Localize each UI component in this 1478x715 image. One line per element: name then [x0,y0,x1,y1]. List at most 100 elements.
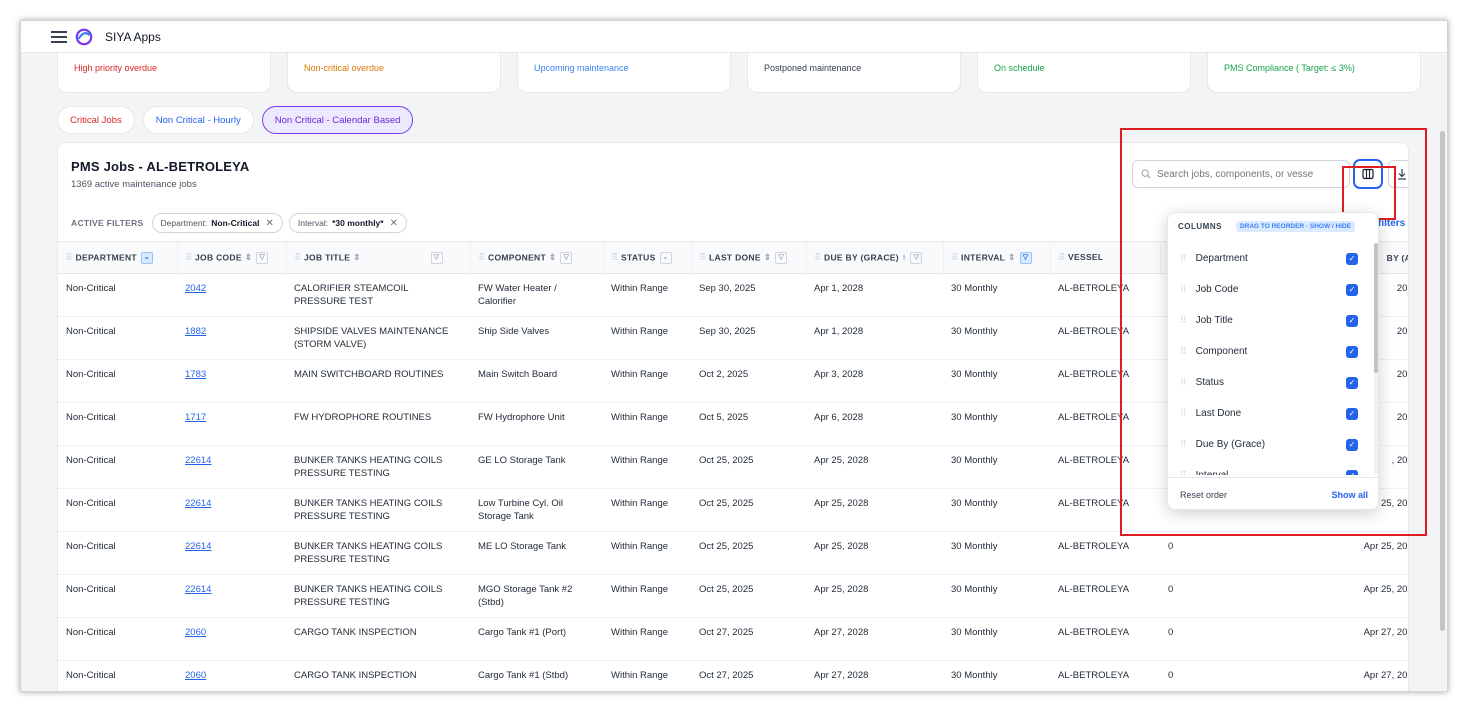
sort-icon[interactable]: ⇕ [764,252,771,262]
cell-job-code[interactable]: 1882 [177,316,286,360]
filter-icon[interactable]: ▽ [430,251,443,264]
cell-job-code[interactable]: 1717 [177,402,286,446]
cell-job-code[interactable]: 22614 [177,531,286,575]
col-header-job-code[interactable]: ⠿ JOB CODE ⇕ ▽ [177,241,287,274]
table-row[interactable]: Non-Critical 22614 BUNKER TANKS HEATING CO… [58,531,1408,575]
reset-order-button[interactable]: Reset order [1180,490,1227,500]
popup-hint: DRAG TO REORDER · SHOW / HIDE [1235,221,1356,232]
col-header-department[interactable]: ⠿ DEPARTMENT ⌄ [58,241,178,274]
stat-card[interactable]: On schedule [977,53,1191,93]
tab-non-critical-hourly[interactable]: Non Critical - Hourly [142,106,254,134]
filter-icon[interactable]: ▽ [560,251,573,264]
table-row[interactable]: Non-Critical 2060 CARGO TANK INSPECTION Car… [58,617,1408,661]
cell-last-done: Oct 27, 2025 [691,617,806,661]
sort-icon[interactable]: ⇕ [353,252,360,262]
cell-due-by: Apr 25, 2028 [806,488,943,532]
col-header-due-by[interactable]: ⠿ DUE BY (GRACE) ↑ ▽ [806,241,944,274]
job-code-link[interactable]: 2042 [185,283,206,294]
drag-handle-icon[interactable]: ⠿ [1180,439,1187,450]
col-header-component[interactable]: ⠿ COMPONENT ⇕ ▽ [470,241,604,274]
page-scrollbar[interactable] [1440,131,1445,631]
column-toggle-item[interactable]: ⠿ Department ✓ [1168,243,1368,274]
job-code-link[interactable]: 1717 [185,412,206,423]
stat-card[interactable]: PMS Compliance ( Target: ≤ 3%) [1207,53,1421,93]
drag-handle-icon[interactable]: ⠿ [1180,253,1187,264]
column-toggle-item[interactable]: ⠿ Interval ✓ [1168,460,1368,475]
filter-chip-department[interactable]: Department: Non-Critical ✕ [151,213,283,233]
stat-card[interactable]: Upcoming maintenance [517,53,731,93]
drag-handle-icon[interactable]: ⠿ [1180,315,1187,326]
checkbox-checked-icon[interactable]: ✓ [1346,469,1358,475]
job-code-link[interactable]: 1783 [185,369,206,380]
stat-card[interactable]: High priority overdue [57,53,271,93]
sort-icon[interactable]: ⇕ [1008,252,1015,262]
column-toggle-item[interactable]: ⠿ Job Title ✓ [1168,305,1368,336]
column-toggle-item[interactable]: ⠿ Component ✓ [1168,336,1368,367]
filter-icon[interactable]: ▽ [910,251,923,264]
cell-job-code[interactable]: 22614 [177,445,286,489]
col-header-job-title[interactable]: ⠿ JOB TITLE ⇕ ▽ [286,241,471,274]
table-row[interactable]: Non-Critical 2060 CARGO TANK INSPECTION Car… [58,660,1408,691]
stat-card[interactable]: Non-critical overdue [287,53,501,93]
cell-job-code[interactable]: 2060 [177,660,286,691]
popup-scrollbar[interactable] [1374,243,1378,475]
cell-job-code[interactable]: 2060 [177,617,286,661]
job-code-link[interactable]: 22614 [185,498,211,509]
cell-department: Non-Critical [58,316,177,360]
filter-chip-interval[interactable]: Interval: *30 monthly* ✕ [288,213,407,233]
sort-icon[interactable]: ⇕ [549,252,556,262]
cell-job-code[interactable]: 22614 [177,574,286,618]
checkbox-checked-icon[interactable]: ✓ [1346,407,1358,420]
column-toggle-label: Department [1195,253,1248,264]
col-header-last-done[interactable]: ⠿ LAST DONE ⇕ ▽ [691,241,807,274]
sort-icon[interactable]: ⇕ [245,252,252,262]
show-all-button[interactable]: Show all [1331,490,1368,500]
cell-job-code[interactable]: 1783 [177,359,286,403]
job-code-link[interactable]: 22614 [185,584,211,595]
cell-component: FW Water Heater / Calorifier [470,273,603,317]
checkbox-checked-icon[interactable]: ✓ [1346,283,1358,296]
filter-icon[interactable]: ▽ [775,251,788,264]
drag-handle-icon[interactable]: ⠿ [1180,284,1187,295]
col-header-interval[interactable]: ⠿ INTERVAL ⇕ ▽ [943,241,1051,274]
stat-label: PMS Compliance ( Target: ≤ 3%) [1224,63,1355,73]
column-toggle-item[interactable]: ⠿ Job Code ✓ [1168,274,1368,305]
close-icon[interactable]: ✕ [265,218,273,229]
tab-critical-jobs[interactable]: Critical Jobs [57,106,135,134]
column-toggle-item[interactable]: ⠿ Due By (Grace) ✓ [1168,429,1368,460]
sort-asc-icon[interactable]: ↑ [902,252,907,262]
menu-icon[interactable] [51,30,67,43]
job-code-link[interactable]: 2060 [185,627,206,638]
tab-non-critical-calendar[interactable]: Non Critical - Calendar Based [261,106,414,134]
job-code-link[interactable]: 2060 [185,670,206,681]
filter-icon[interactable]: ▽ [1019,251,1032,264]
job-code-link[interactable]: 1882 [185,326,206,337]
filter-icon[interactable]: ▽ [256,251,269,264]
job-code-link[interactable]: 22614 [185,455,211,466]
checkbox-checked-icon[interactable]: ✓ [1346,345,1358,358]
stat-label: Non-critical overdue [304,63,385,73]
drag-handle-icon[interactable]: ⠿ [1180,470,1187,475]
job-code-link[interactable]: 22614 [185,541,211,552]
close-icon[interactable]: ✕ [390,218,398,229]
cell-department: Non-Critical [58,574,177,618]
drag-handle-icon[interactable]: ⠿ [1180,346,1187,357]
chip-key: Department: [160,218,208,228]
checkbox-checked-icon[interactable]: ✓ [1346,252,1358,265]
checkbox-checked-icon[interactable]: ✓ [1346,438,1358,451]
stat-card[interactable]: Postponed maintenance [747,53,961,93]
column-toggle-item[interactable]: ⠿ Last Done ✓ [1168,398,1368,429]
cell-last-done: Oct 25, 2025 [691,531,806,575]
col-header-status[interactable]: ⠿ STATUS ⌄ [603,241,692,274]
cell-job-code[interactable]: 22614 [177,488,286,532]
column-toggle-item[interactable]: ⠿ Status ✓ [1168,367,1368,398]
checkbox-checked-icon[interactable]: ✓ [1346,314,1358,327]
checkbox-checked-icon[interactable]: ✓ [1346,376,1358,389]
table-row[interactable]: Non-Critical 22614 BUNKER TANKS HEATING CO… [58,574,1408,618]
filter-icon[interactable]: ⌄ [140,251,153,264]
drag-handle-icon[interactable]: ⠿ [1180,408,1187,419]
cell-job-code[interactable]: 2042 [177,273,286,317]
filter-icon[interactable]: ⌄ [659,251,672,264]
cell-component: Cargo Tank #1 (Stbd) [470,660,603,691]
drag-handle-icon[interactable]: ⠿ [1180,377,1187,388]
